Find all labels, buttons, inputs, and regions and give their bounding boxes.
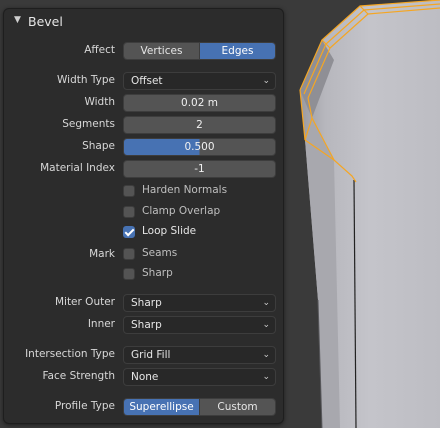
material-index-field[interactable]: -1: [123, 160, 276, 178]
segments-row: Segments 2: [4, 115, 283, 135]
affect-vertices-button[interactable]: Vertices: [124, 43, 199, 59]
chevron-down-icon: ⌄: [262, 298, 270, 308]
material-index-label: Material Index: [40, 162, 115, 174]
panel-header[interactable]: ▼ Bevel: [4, 9, 283, 35]
affect-edges-button[interactable]: Edges: [199, 43, 275, 59]
sharp-label: Sharp: [142, 267, 173, 279]
segments-field[interactable]: 2: [123, 116, 276, 134]
profile-type-row: Profile Type Superellipse Custom: [4, 397, 283, 417]
inner-row: Inner Sharp ⌄: [4, 315, 283, 335]
miter-outer-label: Miter Outer: [54, 296, 115, 308]
seams-label: Seams: [142, 247, 178, 259]
affect-label: Affect: [84, 44, 115, 56]
clamp-overlap-checkbox[interactable]: [123, 206, 135, 218]
profile-type-label: Profile Type: [54, 400, 115, 412]
shape-row: Shape 0.500: [4, 137, 283, 157]
affect-row: Affect Vertices Edges: [4, 41, 283, 61]
width-row: Width 0.02 m: [4, 93, 283, 113]
face-strength-row: Face Strength None ⌄: [4, 367, 283, 387]
bevel-operator-panel: ▼ Bevel Affect Vertices Edges Width Type…: [3, 8, 284, 424]
chevron-down-icon: ⌄: [262, 372, 270, 382]
face-strength-value: None: [131, 371, 159, 383]
inner-value: Sharp: [131, 319, 162, 331]
width-type-value: Offset: [131, 75, 163, 87]
profile-custom-button[interactable]: Custom: [199, 399, 275, 415]
intersection-type-value: Grid Fill: [131, 349, 171, 361]
miter-outer-dropdown[interactable]: Sharp ⌄: [123, 294, 276, 312]
width-field[interactable]: 0.02 m: [123, 94, 276, 112]
seams-checkbox[interactable]: [123, 248, 135, 260]
clamp-overlap-label: Clamp Overlap: [142, 205, 221, 217]
harden-normals-label: Harden Normals: [142, 184, 228, 196]
profile-superellipse-button[interactable]: Superellipse: [124, 399, 199, 415]
loop-slide-checkbox[interactable]: [123, 226, 135, 238]
panel-title: Bevel: [28, 14, 63, 29]
width-label: Width: [84, 96, 115, 108]
face-strength-dropdown[interactable]: None ⌄: [123, 368, 276, 386]
triangle-down-icon[interactable]: ▼: [14, 15, 21, 25]
segments-label: Segments: [62, 118, 115, 130]
inner-dropdown[interactable]: Sharp ⌄: [123, 316, 276, 334]
intersection-type-row: Intersection Type Grid Fill ⌄: [4, 345, 283, 365]
loop-slide-label: Loop Slide: [142, 225, 197, 237]
shape-label: Shape: [82, 140, 115, 152]
profile-type-toggle: Superellipse Custom: [123, 398, 276, 416]
sharp-checkbox[interactable]: [123, 268, 135, 280]
chevron-down-icon: ⌄: [262, 320, 270, 330]
mark-label: Mark: [89, 248, 115, 260]
face-strength-label: Face Strength: [42, 370, 115, 382]
harden-normals-checkbox[interactable]: [123, 185, 135, 197]
chevron-down-icon: ⌄: [262, 350, 270, 360]
intersection-type-label: Intersection Type: [25, 348, 115, 360]
affect-toggle: Vertices Edges: [123, 42, 276, 60]
chevron-down-icon: ⌄: [262, 76, 270, 86]
width-type-label: Width Type: [57, 74, 115, 86]
inner-label: Inner: [87, 318, 115, 330]
material-index-row: Material Index -1: [4, 159, 283, 179]
cylinder-mesh[interactable]: [299, 0, 440, 428]
shape-slider[interactable]: 0.500: [123, 138, 276, 156]
width-type-dropdown[interactable]: Offset ⌄: [123, 72, 276, 90]
intersection-type-dropdown[interactable]: Grid Fill ⌄: [123, 346, 276, 364]
miter-outer-value: Sharp: [131, 297, 162, 309]
width-type-row: Width Type Offset ⌄: [4, 71, 283, 91]
miter-outer-row: Miter Outer Sharp ⌄: [4, 293, 283, 313]
